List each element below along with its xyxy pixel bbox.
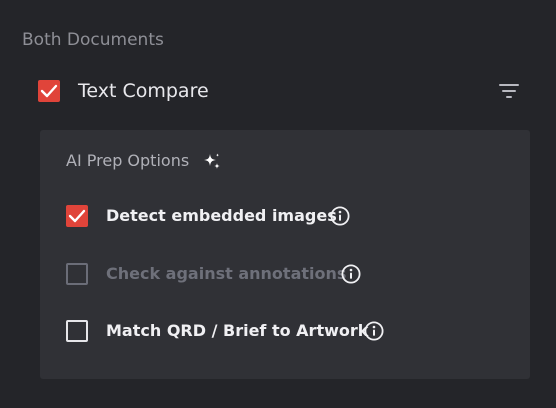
ai-prep-panel: AI Prep Options Detect embedded images C… <box>40 130 530 379</box>
option-check-against-annotations[interactable]: Check against annotations <box>64 262 504 286</box>
option-detect-embedded-images[interactable]: Detect embedded images <box>64 204 504 228</box>
text-compare-checkbox[interactable] <box>38 80 60 102</box>
info-icon[interactable] <box>364 321 384 341</box>
detect-embedded-images-checkbox[interactable] <box>66 205 88 227</box>
checkmark-icon <box>68 209 86 223</box>
match-qrd-brief-to-artwork-label: Match QRD / Brief to Artwork <box>106 321 369 340</box>
match-qrd-brief-to-artwork-checkbox[interactable] <box>66 320 88 342</box>
text-compare-row[interactable]: Text Compare <box>36 78 526 104</box>
detect-embedded-images-label: Detect embedded images <box>106 206 337 225</box>
section-label: Both Documents <box>22 30 164 50</box>
checkmark-icon <box>40 84 58 98</box>
ai-prep-title: AI Prep Options <box>66 151 190 170</box>
info-icon[interactable] <box>341 264 361 284</box>
check-against-annotations-label: Check against annotations <box>106 264 347 283</box>
sparkle-icon <box>202 152 222 172</box>
text-compare-label: Text Compare <box>78 80 209 102</box>
option-match-qrd-brief-to-artwork[interactable]: Match QRD / Brief to Artwork <box>64 319 504 343</box>
filter-icon[interactable] <box>498 82 520 100</box>
info-icon[interactable] <box>330 206 350 226</box>
check-against-annotations-checkbox[interactable] <box>66 263 88 285</box>
